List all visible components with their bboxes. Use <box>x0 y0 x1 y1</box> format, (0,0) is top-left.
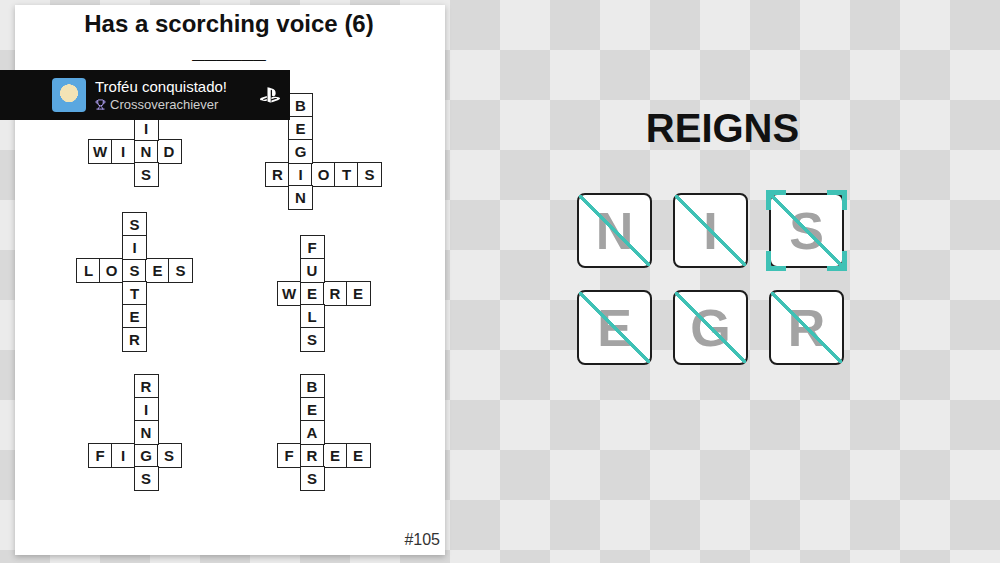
tile-letter: N <box>596 201 634 261</box>
crossword-cell: F <box>278 444 301 467</box>
crossword-cell: F <box>89 444 112 467</box>
crossword-cell: R <box>123 328 146 351</box>
trophy-label: Crossoverachiever <box>110 97 218 112</box>
letter-tile[interactable]: I <box>673 193 748 268</box>
trophy-notification: Troféu conquistado! Crossoverachiever <box>0 70 290 120</box>
tile-letter: S <box>789 201 824 261</box>
crossword-cell: O <box>312 163 335 186</box>
crossword-cell: I <box>112 444 135 467</box>
crossword-cell: N <box>135 140 158 163</box>
notification-text: Troféu conquistado! Crossoverachiever <box>95 78 227 112</box>
crossword-cell: S <box>123 259 146 282</box>
crossword-cell: I <box>112 140 135 163</box>
avatar-icon <box>52 78 86 112</box>
tile-letter: I <box>703 201 717 261</box>
crossword-cell: E <box>301 398 324 421</box>
crossword-cell: N <box>135 421 158 444</box>
crossword-grid: FIGSRINS <box>89 375 181 490</box>
crossword-cell: E <box>324 444 347 467</box>
puzzle-row: FIGSRINSFREEBEAS <box>40 375 418 490</box>
notification-title: Troféu conquistado! <box>95 78 227 95</box>
crossword-cell: E <box>347 282 370 305</box>
crossword-cell: R <box>324 282 347 305</box>
crossword-cell: D <box>158 140 181 163</box>
crossword-cell: W <box>278 282 301 305</box>
crossword-cell: E <box>347 444 370 467</box>
crossword-cell: S <box>158 444 181 467</box>
answer-blanks: ______ <box>40 39 418 63</box>
crossword-cell: N <box>289 186 312 209</box>
tile-letter: R <box>788 298 826 358</box>
answer-panel: REIGNS N I S EGR <box>445 0 1000 563</box>
crossword-cell: I <box>135 117 158 140</box>
crossword-grid: FREEBEAS <box>278 375 370 490</box>
crossword-cell: E <box>146 259 169 282</box>
tile-letter: E <box>597 298 632 358</box>
crossword-cell: S <box>123 213 146 236</box>
crossword-cell: B <box>301 375 324 398</box>
current-word: REIGNS <box>646 104 799 152</box>
letter-tile[interactable]: S <box>769 193 844 268</box>
clue-text: Has a scorching voice (6) <box>40 9 418 39</box>
tile-letter: G <box>690 298 730 358</box>
crossword-cell: S <box>135 163 158 186</box>
game-screen: Has a scorching voice (6)______WINDISRIO… <box>0 0 1000 563</box>
crossword-cell: E <box>123 305 146 328</box>
crossword-grid: LOSESSITER <box>77 213 192 351</box>
letter-tile[interactable]: E <box>577 290 652 365</box>
crossword-cell: S <box>301 328 324 351</box>
crossword-cell: R <box>301 444 324 467</box>
letter-tile[interactable]: R <box>769 290 844 365</box>
crossword-cell: L <box>301 305 324 328</box>
crossword-cell: T <box>335 163 358 186</box>
crossword-cell: S <box>169 259 192 282</box>
crossword-cell: E <box>301 282 324 305</box>
crossword-cell: B <box>289 94 312 117</box>
letter-tiles: N I S EGR <box>577 193 844 365</box>
crossword-cell: E <box>289 117 312 140</box>
crossword-cell: G <box>289 140 312 163</box>
crossword-cell: R <box>135 375 158 398</box>
puzzle-number: #105 <box>404 531 440 549</box>
crossword-cell: S <box>301 467 324 490</box>
crossword-cell: S <box>135 467 158 490</box>
crossword-cell: A <box>301 421 324 444</box>
crossword-cell: I <box>135 398 158 421</box>
puzzle-row: LOSESSITERWEREFULS <box>40 212 418 351</box>
crossword-cell: T <box>123 282 146 305</box>
playstation-icon <box>260 85 280 105</box>
crossword-cell: U <box>301 259 324 282</box>
trophy-icon <box>95 99 106 110</box>
crossword-cell: O <box>100 259 123 282</box>
crossword-cell: R <box>266 163 289 186</box>
crossword-cell: G <box>135 444 158 467</box>
crossword-cell: L <box>77 259 100 282</box>
crossword-cell: I <box>289 163 312 186</box>
crossword-cell: I <box>123 236 146 259</box>
letter-tile[interactable]: N <box>577 193 652 268</box>
puzzle-area: WINDISRIOTSBEGNLOSESSITERWEREFULSFIGSRIN… <box>40 94 418 490</box>
trophy-name: Crossoverachiever <box>95 97 227 112</box>
crossword-cell: F <box>301 236 324 259</box>
crossword-grid: WEREFULS <box>278 236 370 351</box>
crossword-cell: W <box>89 140 112 163</box>
letter-tile[interactable]: G <box>673 290 748 365</box>
crossword-cell: S <box>358 163 381 186</box>
